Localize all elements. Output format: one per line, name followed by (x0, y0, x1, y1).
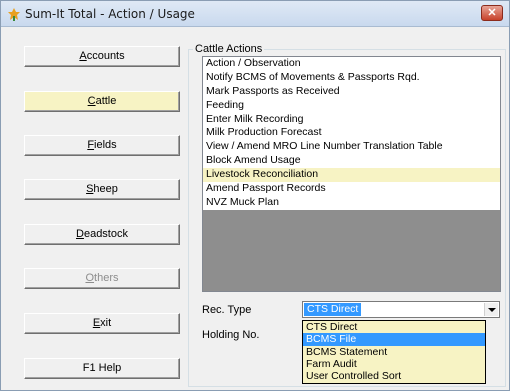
nav-button-cattle[interactable]: Cattle (24, 91, 180, 112)
rec-type-option[interactable]: BCMS File (303, 333, 485, 346)
action-list-item[interactable]: Action / Observation (203, 57, 500, 71)
rec-type-option[interactable]: CTS Direct (303, 321, 485, 333)
action-list-item[interactable]: View / Amend MRO Line Number Translation… (203, 140, 500, 155)
app-logo-icon (8, 8, 20, 21)
rec-type-option[interactable]: Farm Audit (303, 358, 485, 370)
action-list-item[interactable]: Block Amend Usage (203, 154, 500, 169)
action-list-item[interactable]: Milk Production Forecast (203, 126, 500, 141)
nav-button-sheep[interactable]: Sheep (24, 179, 180, 200)
nav-button-exit[interactable]: Exit (24, 313, 180, 334)
action-list-item[interactable]: Livestock Reconciliation (203, 168, 500, 183)
rec-type-dropdown: CTS Direct BCMS File BCMS Statement Farm Au… (302, 320, 486, 384)
action-list-item[interactable]: Feeding (203, 98, 500, 113)
nav-button-others: Others (24, 268, 180, 289)
nav-button-f1-help[interactable]: F1 Help (24, 358, 180, 379)
window-title: Sum-It Total - Action / Usage (25, 7, 195, 21)
rec-type-combo[interactable]: CTS Direct (302, 301, 500, 318)
actions-listbox[interactable]: Action / Observation Notify BCMS of Movem… (202, 56, 501, 292)
action-list-item[interactable]: Amend Passport Records (203, 182, 500, 196)
client-area: Accounts Cattle Fields Sheep Deadstock Others… (2, 28, 509, 390)
chevron-down-icon[interactable] (484, 303, 498, 316)
rec-type-label: Rec. Type (202, 304, 252, 316)
close-button[interactable]: ✕ (481, 5, 503, 21)
holding-no-label: Holding No. (202, 329, 260, 341)
action-list-item[interactable]: Mark Passports as Received (203, 84, 500, 99)
action-list-item[interactable]: Notify BCMS of Movements & Passports Rqd… (203, 70, 500, 85)
rec-type-option[interactable]: User Controlled Sort (303, 370, 485, 382)
nav-button-deadstock[interactable]: Deadstock (24, 224, 180, 245)
nav-button-accounts[interactable]: Accounts (24, 46, 180, 67)
group-title: Cattle Actions (193, 43, 265, 55)
rec-type-value: CTS Direct (304, 303, 362, 316)
title-bar[interactable]: Sum-It Total - Action / Usage ✕ (1, 1, 509, 27)
action-list-item[interactable]: Enter Milk Recording (203, 112, 500, 127)
action-list-item[interactable]: NVZ Muck Plan (203, 195, 500, 210)
app-window: Sum-It Total - Action / Usage ✕ Accounts… (0, 0, 510, 391)
nav-button-fields[interactable]: Fields (24, 135, 180, 156)
rec-type-option[interactable]: BCMS Statement (303, 346, 485, 358)
